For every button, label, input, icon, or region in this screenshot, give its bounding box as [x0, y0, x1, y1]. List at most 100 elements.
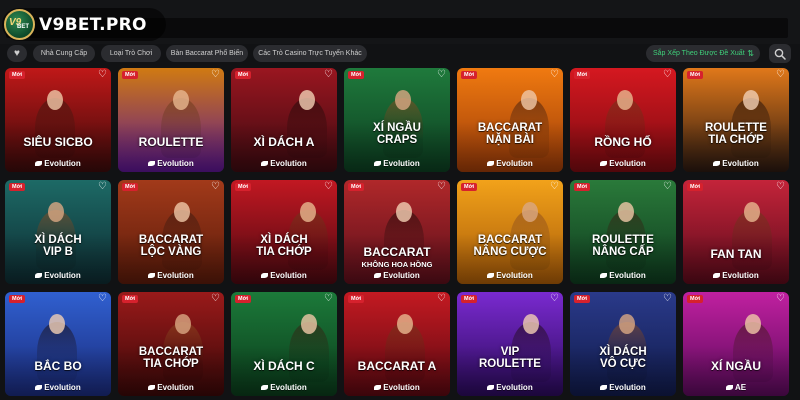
dealer-face [299, 90, 315, 110]
game-card[interactable]: Mới ♡ XÍ NGẦU CRAPS Evolution [344, 68, 450, 172]
game-card[interactable]: Mới ♡ BẮC BO Evolution [5, 292, 111, 396]
provider-logo: Evolution [344, 383, 450, 392]
dealer-face [47, 90, 63, 110]
game-card[interactable]: Mới ♡ XÌ DÁCH A Evolution [231, 68, 337, 172]
game-card[interactable]: Mới ♡ BACCARAT KHÔNG HOA HỒNG Evolution [344, 180, 450, 284]
new-badge: Mới [574, 183, 591, 191]
game-card[interactable]: Mới ♡ ROULETTE NÂNG CẤP Evolution [570, 180, 676, 284]
game-card[interactable]: Mới ♡ BACCARAT A Evolution [344, 292, 450, 396]
game-card[interactable]: Mới ♡ VIP ROULETTE Evolution [457, 292, 563, 396]
provider-name: Evolution [270, 159, 307, 168]
favorite-heart-icon[interactable]: ♡ [211, 294, 220, 304]
game-card[interactable]: Mới ♡ BACCARAT NẶN BÀI Evolution [457, 68, 563, 172]
game-card[interactable]: Mới ♡ XÌ DÁCH VIP B Evolution [5, 180, 111, 284]
evolution-logo-icon [487, 273, 495, 278]
dealer-face [396, 202, 412, 222]
sort-dropdown[interactable]: Sắp Xếp Theo Được Đề Xuất ⇅ [646, 45, 760, 62]
new-badge: Mới [687, 71, 704, 79]
game-card[interactable]: Mới ♡ ROULETTE TIA CHỚP Evolution [683, 68, 789, 172]
favorite-heart-icon[interactable]: ♡ [98, 182, 107, 192]
game-card[interactable]: Mới ♡ ROULETTE Evolution [118, 68, 224, 172]
new-badge: Mới [122, 71, 139, 79]
evolution-logo-icon [148, 273, 156, 278]
provider-logo: AE [683, 383, 789, 392]
game-card[interactable]: Mới ♡ BACCARAT NÂNG CƯỢC Evolution [457, 180, 563, 284]
provider-logo: Evolution [344, 271, 450, 280]
favorite-heart-icon[interactable]: ♡ [663, 182, 672, 192]
favorite-heart-icon[interactable]: ♡ [550, 182, 559, 192]
provider-name: Evolution [270, 271, 307, 280]
new-badge: Mới [122, 183, 139, 191]
provider-logo: Evolution [570, 383, 676, 392]
new-badge: Mới [687, 295, 704, 303]
evolution-logo-icon [148, 385, 156, 390]
favorite-heart-icon[interactable]: ♡ [324, 294, 333, 304]
provider-logo: Evolution [457, 159, 563, 168]
game-card[interactable]: Mới ♡ RỒNG HỔ Evolution [570, 68, 676, 172]
provider-logo: Evolution [5, 271, 111, 280]
provider-logo: Evolution [570, 271, 676, 280]
game-title: FAN TAN [710, 247, 762, 261]
favorite-heart-icon[interactable]: ♡ [663, 294, 672, 304]
dealer-face [744, 202, 760, 222]
provider-name: AE [734, 383, 747, 392]
chip-popular-baccarat[interactable]: Bàn Baccarat Phổ Biến [166, 45, 248, 62]
favorite-heart-icon[interactable]: ♡ [324, 70, 333, 80]
game-card[interactable]: Mới ♡ BACCARAT LỘC VÀNG Evolution [118, 180, 224, 284]
evolution-logo-icon [148, 161, 156, 166]
favorite-heart-icon[interactable]: ♡ [98, 70, 107, 80]
favorite-heart-icon[interactable]: ♡ [776, 70, 785, 80]
dealer-face [175, 314, 191, 334]
game-card[interactable]: Mới ♡ XÌ DÁCH C Evolution [231, 292, 337, 396]
new-badge: Mới [9, 71, 26, 79]
favorite-heart-icon[interactable]: ♡ [663, 70, 672, 80]
favorites-filter-button[interactable]: ♥ [7, 45, 27, 62]
evolution-logo-icon [600, 273, 608, 278]
dealer-face [395, 90, 411, 110]
provider-name: Evolution [157, 159, 194, 168]
favorite-heart-icon[interactable]: ♡ [437, 294, 446, 304]
logo-badge-icon: V9 BET [4, 9, 35, 40]
evolution-logo-icon [374, 273, 382, 278]
evolution-logo-icon [487, 161, 495, 166]
game-card[interactable]: Mới ♡ BACCARAT TIA CHỚP Evolution [118, 292, 224, 396]
search-button[interactable] [769, 44, 791, 63]
provider-name: Evolution [270, 383, 307, 392]
dealer-face [173, 90, 189, 110]
favorite-heart-icon[interactable]: ♡ [324, 182, 333, 192]
dealer-face [300, 202, 316, 222]
evolution-logo-icon [713, 161, 721, 166]
game-card[interactable]: Mới ♡ XÌ DÁCH VÔ CỰC Evolution [570, 292, 676, 396]
favorite-heart-icon[interactable]: ♡ [776, 294, 785, 304]
evolution-logo-icon [374, 161, 382, 166]
favorite-heart-icon[interactable]: ♡ [98, 294, 107, 304]
chip-game-type[interactable]: Loại Trò Chơi [101, 45, 161, 62]
provider-name: Evolution [383, 383, 420, 392]
game-card[interactable]: Mới ♡ SIÊU SICBO Evolution [5, 68, 111, 172]
new-badge: Mới [9, 183, 26, 191]
dealer-face [521, 90, 537, 110]
chip-provider[interactable]: Nhà Cung Cấp [33, 45, 95, 62]
logo-text: V9BET.PRO [39, 15, 147, 35]
game-card[interactable]: Mới ♡ FAN TAN Evolution [683, 180, 789, 284]
favorite-heart-icon[interactable]: ♡ [550, 70, 559, 80]
favorite-heart-icon[interactable]: ♡ [550, 294, 559, 304]
site-logo[interactable]: V9 BET V9BET.PRO [2, 8, 166, 41]
dealer-face [301, 314, 317, 334]
provider-name: Evolution [722, 271, 759, 280]
evolution-logo-icon [261, 273, 269, 278]
favorite-heart-icon[interactable]: ♡ [211, 182, 220, 192]
dealer-face [617, 90, 633, 110]
game-subtitle: KHÔNG HOA HỒNG [361, 260, 433, 269]
chip-other-casino[interactable]: Các Trò Casino Trực Tuyến Khác [253, 45, 367, 62]
dealer-face [523, 314, 539, 334]
favorite-heart-icon[interactable]: ♡ [437, 70, 446, 80]
provider-name: Evolution [609, 271, 646, 280]
game-card[interactable]: Mới ♡ XÌ DÁCH TIA CHỚP Evolution [231, 180, 337, 284]
evolution-logo-icon [600, 385, 608, 390]
game-card[interactable]: Mới ♡ XÍ NGẦU AE [683, 292, 789, 396]
game-title: BACCARAT A [357, 359, 437, 373]
favorite-heart-icon[interactable]: ♡ [776, 182, 785, 192]
favorite-heart-icon[interactable]: ♡ [211, 70, 220, 80]
favorite-heart-icon[interactable]: ♡ [437, 182, 446, 192]
